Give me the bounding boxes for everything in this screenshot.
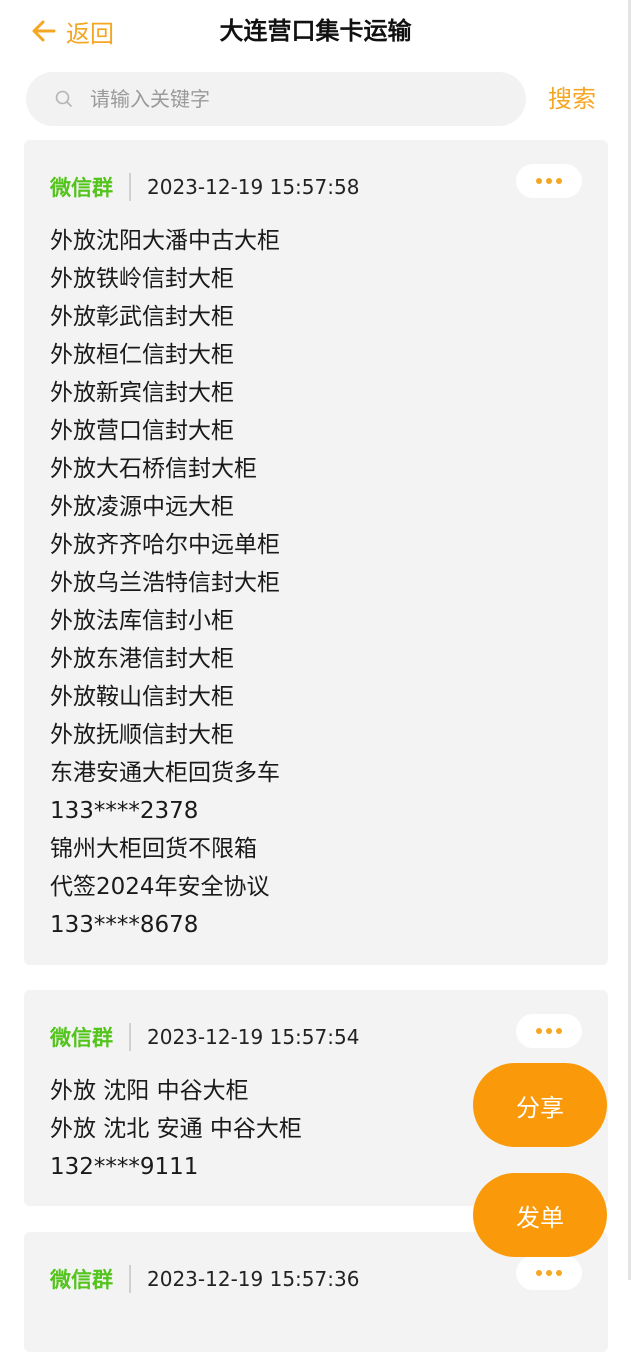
search-input[interactable] — [90, 87, 470, 111]
post-line: 外放新宾信封大柜 — [50, 380, 234, 406]
more-button[interactable] — [516, 1014, 582, 1048]
post-content: 外放沈阳大潘中古大柜 外放铁岭信封大柜 外放彰武信封大柜 外放桓仁信封大柜 外放… — [50, 222, 588, 944]
post-line: 外放东港信封大柜 — [50, 646, 234, 672]
post-line: 外放大石桥信封大柜 — [50, 456, 257, 482]
more-dots-icon — [536, 1270, 542, 1276]
post-line: 外放乌兰浩特信封大柜 — [50, 570, 280, 596]
source-label: 微信群 — [50, 1026, 113, 1050]
post-line: 外放沈阳大潘中古大柜 — [50, 228, 280, 254]
post-line: 外放凌源中远大柜 — [50, 494, 234, 520]
divider — [129, 173, 131, 201]
share-button[interactable]: 分享 — [473, 1063, 607, 1147]
more-button[interactable] — [516, 164, 582, 198]
post-line: 东港安通大柜回货多车 — [50, 760, 280, 786]
search-bar: 搜索 — [26, 72, 606, 126]
search-button[interactable]: 搜索 — [548, 82, 596, 116]
post-line: 锦州大柜回货不限箱 — [50, 836, 257, 862]
post-line: 外放齐齐哈尔中远单柜 — [50, 532, 280, 558]
post-line: 133****2378 — [50, 798, 199, 824]
more-dots-icon — [536, 1028, 542, 1034]
divider — [129, 1023, 131, 1051]
search-box[interactable] — [26, 72, 526, 126]
source-label: 微信群 — [50, 176, 113, 200]
post-card: 微信群 2023-12-19 15:57:58 外放沈阳大潘中古大柜 外放铁岭信… — [24, 140, 608, 965]
post-time: 2023-12-19 15:57:36 — [147, 1267, 360, 1291]
post-line: 外放鞍山信封大柜 — [50, 684, 234, 710]
post-line: 外放彰武信封大柜 — [50, 304, 234, 330]
post-meta: 微信群 2023-12-19 15:57:54 — [50, 1022, 359, 1052]
divider — [129, 1265, 131, 1293]
post-line: 外放桓仁信封大柜 — [50, 342, 234, 368]
more-dots-icon — [536, 178, 542, 184]
post-line: 外放营口信封大柜 — [50, 418, 234, 444]
more-dots-icon — [546, 1028, 552, 1034]
header: 返回 大连营口集卡运输 — [0, 0, 631, 62]
post-meta: 微信群 2023-12-19 15:57:36 — [50, 1264, 359, 1294]
page-title: 大连营口集卡运输 — [219, 17, 412, 45]
post-order-button[interactable]: 发单 — [473, 1173, 607, 1257]
post-meta: 微信群 2023-12-19 15:57:58 — [50, 172, 359, 202]
post-line: 代签2024年安全协议 — [50, 874, 270, 900]
more-dots-icon — [556, 178, 562, 184]
post-time: 2023-12-19 15:57:58 — [147, 175, 360, 199]
post-line: 外放抚顺信封大柜 — [50, 722, 234, 748]
post-time: 2023-12-19 15:57:54 — [147, 1025, 360, 1049]
more-dots-icon — [546, 178, 552, 184]
post-line: 133****8678 — [50, 912, 199, 938]
more-dots-icon — [556, 1028, 562, 1034]
post-line: 外放法库信封小柜 — [50, 608, 234, 634]
more-dots-icon — [546, 1270, 552, 1276]
post-line: 外放铁岭信封大柜 — [50, 266, 234, 292]
more-dots-icon — [556, 1270, 562, 1276]
source-label: 微信群 — [50, 1268, 113, 1292]
more-button[interactable] — [516, 1256, 582, 1290]
search-icon — [55, 90, 72, 107]
